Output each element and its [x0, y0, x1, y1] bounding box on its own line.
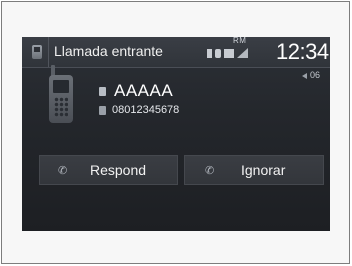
- speaker-icon: [302, 73, 307, 79]
- hang-up-icon: ✆: [205, 165, 215, 177]
- ignore-button[interactable]: ✆ Ignorar: [184, 155, 324, 185]
- battery-icon: [215, 49, 221, 58]
- signal-icon: [237, 48, 248, 58]
- clock: 12:34: [276, 39, 329, 64]
- caller-name: AAAAA: [114, 81, 174, 100]
- respond-button[interactable]: ✆ Respond: [39, 155, 178, 185]
- number-icon: [99, 106, 106, 115]
- header-title: Llamada entrante: [54, 43, 163, 59]
- header-divider: [48, 37, 49, 67]
- ignore-label: Ignorar: [241, 162, 286, 178]
- incoming-call-screen: Llamada entrante RM 12:34 06 AAAAA 08012…: [22, 37, 330, 231]
- volume-level: 06: [310, 70, 321, 80]
- caller-number: 08012345678: [112, 104, 180, 116]
- roaming-label: RM: [233, 37, 247, 45]
- battery-level-icon: [224, 49, 234, 58]
- header-bar: Llamada entrante RM 12:34: [22, 37, 330, 68]
- answer-phone-icon: ✆: [58, 165, 68, 177]
- contact-icon: [99, 87, 106, 96]
- bluetooth-icon: [207, 49, 212, 58]
- respond-label: Respond: [90, 162, 147, 178]
- phone-app-icon: [32, 45, 42, 59]
- mobile-phone-icon: [49, 75, 73, 123]
